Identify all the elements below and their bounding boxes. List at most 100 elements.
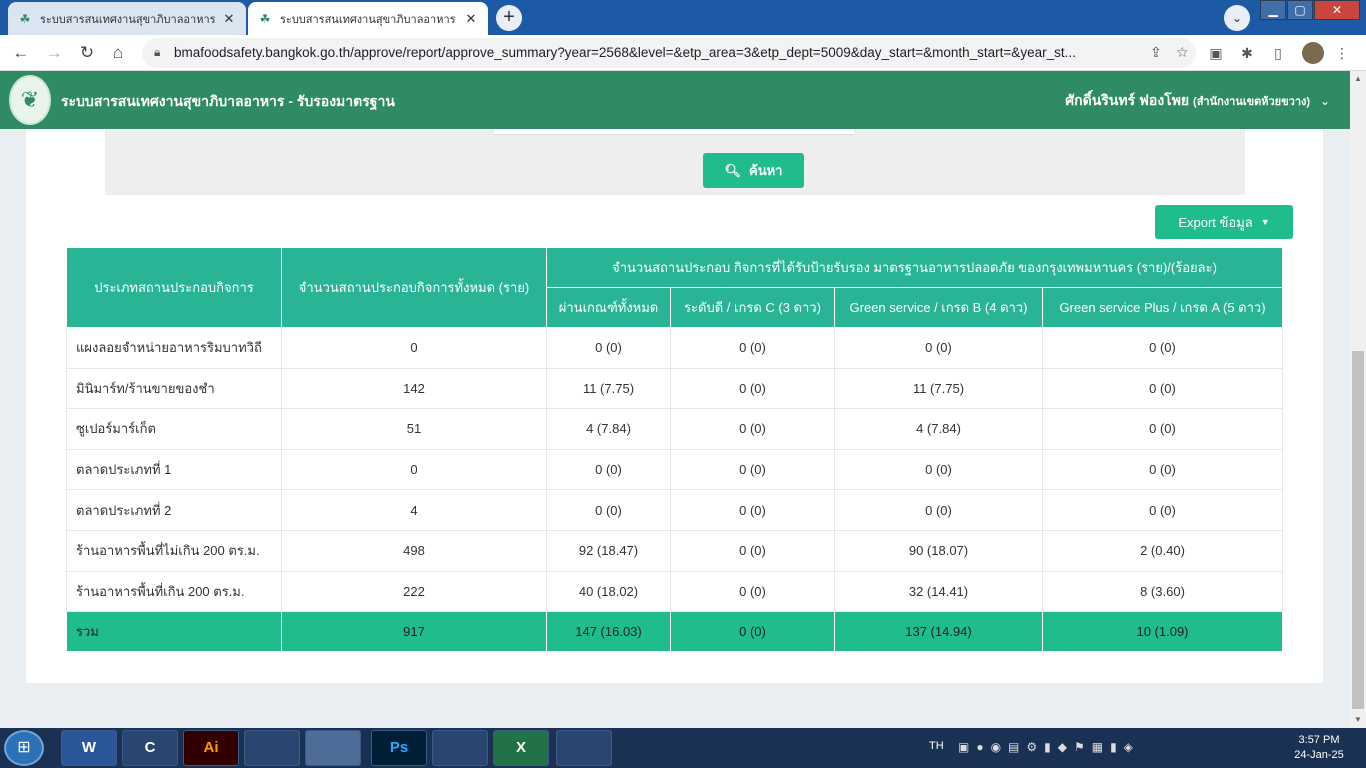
user-menu[interactable]: ศักดิ์นรินทร์ ฟองโพย (สำนักงานเขตห้วยขวา… [1065,90,1330,112]
search-icon: 🔍︎ [724,162,742,178]
search-button-label: ค้นหา [749,163,783,178]
cell-grade-a: 0 (0) [1041,448,1284,491]
url-text[interactable]: bmafoodsafety.bangkok.go.th/approve/repo… [174,45,1144,60]
table-row: มินิมาร์ท/ร้านขายของชำ 142 11 (7.75) 0 (… [66,367,1284,410]
cell-grade-c: 0 (0) [670,570,835,613]
language-indicator[interactable]: TH [929,740,944,752]
tab-search-chevron-icon[interactable]: ⌄ [1224,5,1250,31]
scroll-down-arrow-icon[interactable]: ▼ [1350,712,1366,728]
app-header: ❦ ระบบสารสนเทศงานสุขาภิบาลอาหาร - รับรอง… [0,71,1350,129]
browser-toolbar: ← → ↻ ⌂ 🔒︎ bmafoodsafety.bangkok.go.th/a… [0,35,1366,71]
cell-grade-a: 2 (0.40) [1041,529,1284,572]
header-pass-all: ผ่านเกณฑ์ทั้งหมด [546,287,671,328]
browser-tab-2[interactable]: ☘ ระบบสารสนเทศงานสุขาภิบาลอาหาร ✕ [248,2,488,35]
bookmark-star-icon[interactable]: ☆ [1176,44,1189,61]
taskbar-clock[interactable]: 3:57 PM 24-Jan-25 [1287,733,1351,763]
browser-tab-1[interactable]: ☘ ระบบสารสนเทศงานสุขาภิบาลอาหาร ✕ [8,2,246,35]
cell-type: แผงลอยจำหน่ายอาหารริมบาทวิถี [66,327,282,369]
cell-grade-b: 137 (14.94) [834,611,1043,653]
cell-grade-b: 32 (14.41) [834,570,1043,613]
profile-avatar[interactable] [1302,42,1324,64]
header-total-businesses: จำนวนสถานประกอบกิจการทั้งหมด (ราย) [281,247,547,328]
cell-total: 0 [281,327,547,369]
cell-pass: 40 (18.02) [546,570,671,613]
cell-grade-b: 0 (0) [834,448,1043,491]
caret-down-icon: ▼ [1260,217,1270,227]
windows-logo-icon: ⊞ [17,739,31,756]
cell-grade-c: 0 (0) [670,529,835,572]
cell-pass: 92 (18.47) [546,529,671,572]
ccleaner-app-icon[interactable]: C [122,730,178,766]
table-row: ตลาดประเภทที่ 2 4 0 (0) 0 (0) 0 (0) 0 (0… [66,489,1284,531]
chrome-profile-app-icon[interactable] [432,730,488,766]
scroll-up-arrow-icon[interactable]: ▲ [1350,71,1366,87]
site-favicon-icon: ☘ [259,11,271,26]
user-office: (สำนักงานเขตห้วยขวาง) [1193,96,1311,108]
export-button[interactable]: Export ข้อมูล ▼ [1155,205,1293,239]
excel-app-icon[interactable]: X [493,730,549,766]
chrome-app-icon[interactable] [305,730,361,766]
table-total-row: รวม 917 147 (16.03) 0 (0) 137 (14.94) 10… [66,611,1284,653]
site-favicon-icon: ☘ [19,11,31,26]
forward-arrow-icon[interactable]: → [43,42,65,64]
clock-time: 3:57 PM [1298,734,1340,746]
cell-grade-b: 90 (18.07) [834,529,1043,572]
app-title[interactable]: ระบบสารสนเทศงานสุขาภิบาลอาหาร - รับรองมา… [61,91,395,113]
reload-icon[interactable]: ↻ [76,42,98,64]
maximize-button[interactable]: ▢ [1287,0,1313,20]
page-scrollbar[interactable]: ▲ ▼ [1350,71,1366,728]
cell-pass: 11 (7.75) [546,367,671,410]
close-tab-icon[interactable]: ✕ [222,11,236,27]
side-panel-icon[interactable]: ▯ [1268,43,1288,63]
cell-grade-a: 0 (0) [1041,408,1284,450]
report-card: 🔍︎ ค้นหา Export ข้อมูล ▼ ประเภทสถานประกอ… [26,129,1323,683]
word-app-icon[interactable]: W [61,730,117,766]
browser-menu-icon[interactable]: ⋮ [1332,43,1352,63]
scrollbar-thumb[interactable] [1352,351,1364,709]
media-app-icon[interactable] [244,730,300,766]
photoshop-app-icon[interactable]: Ps [371,730,427,766]
table-row: ตลาดประเภทที่ 1 0 0 (0) 0 (0) 0 (0) 0 (0… [66,448,1284,491]
cell-pass: 147 (16.03) [546,611,671,653]
start-button[interactable]: ⊞ [4,730,44,766]
close-window-button[interactable]: ✕ [1314,0,1360,20]
cell-total: 222 [281,570,547,613]
header-grade-b: Green service / เกรด B (4 ดาว) [834,287,1043,328]
cell-grade-c: 0 (0) [670,327,835,369]
cell-grade-a: 8 (3.60) [1041,570,1284,613]
header-grade-a: Green service Plus / เกรด A (5 ดาว) [1041,287,1284,328]
cell-pass: 0 (0) [546,489,671,531]
cell-total: 917 [281,611,547,653]
address-bar[interactable]: 🔒︎ bmafoodsafety.bangkok.go.th/approve/r… [142,38,1196,68]
puzzle-extensions-icon[interactable]: ✱ [1237,43,1257,63]
search-button[interactable]: 🔍︎ ค้นหา [703,153,804,188]
table-row: ร้านอาหารพื้นที่เกิน 200 ตร.ม. 222 40 (1… [66,570,1284,613]
cell-type: รวม [66,611,282,653]
cell-pass: 0 (0) [546,448,671,491]
illustrator-app-icon[interactable]: Ai [183,730,239,766]
new-tab-button[interactable]: + [496,5,522,31]
cell-grade-a: 10 (1.09) [1041,611,1284,653]
cell-total: 142 [281,367,547,410]
cell-pass: 0 (0) [546,327,671,369]
file-explorer-app-icon[interactable] [556,730,612,766]
back-arrow-icon[interactable]: ← [10,42,32,64]
header-certified-group: จำนวนสถานประกอบ กิจการที่ได้รับป้ายรับรอ… [545,247,1284,288]
filter-panel: 🔍︎ ค้นหา [105,129,1245,195]
table-row: แผงลอยจำหน่ายอาหารริมบาทวิถี 0 0 (0) 0 (… [66,327,1284,369]
minimize-button[interactable]: ▁ [1260,0,1286,20]
bma-logo[interactable]: ❦ [9,75,51,125]
home-icon[interactable]: ⌂ [107,42,129,64]
share-icon[interactable]: ⇪ [1150,44,1162,61]
cell-grade-b: 11 (7.75) [834,367,1043,410]
lock-icon: 🔒︎ [154,45,161,59]
filter-field[interactable] [494,129,854,135]
approval-summary-table: ประเภทสถานประกอบกิจการ จำนวนสถานประกอบกิ… [66,247,1284,653]
system-tray-icons[interactable]: ▣●◉▤⚙▮◆⚑▦▮◈ [958,740,1140,754]
cell-total: 51 [281,408,547,450]
extension-icon[interactable]: ▣ [1206,43,1226,63]
cell-grade-b: 0 (0) [834,327,1043,369]
close-tab-icon[interactable]: ✕ [464,11,478,27]
cell-type: ตลาดประเภทที่ 1 [66,448,282,491]
browser-tab-strip: ☘ ระบบสารสนเทศงานสุขาภิบาลอาหาร ✕ ☘ ระบบ… [0,0,1366,35]
